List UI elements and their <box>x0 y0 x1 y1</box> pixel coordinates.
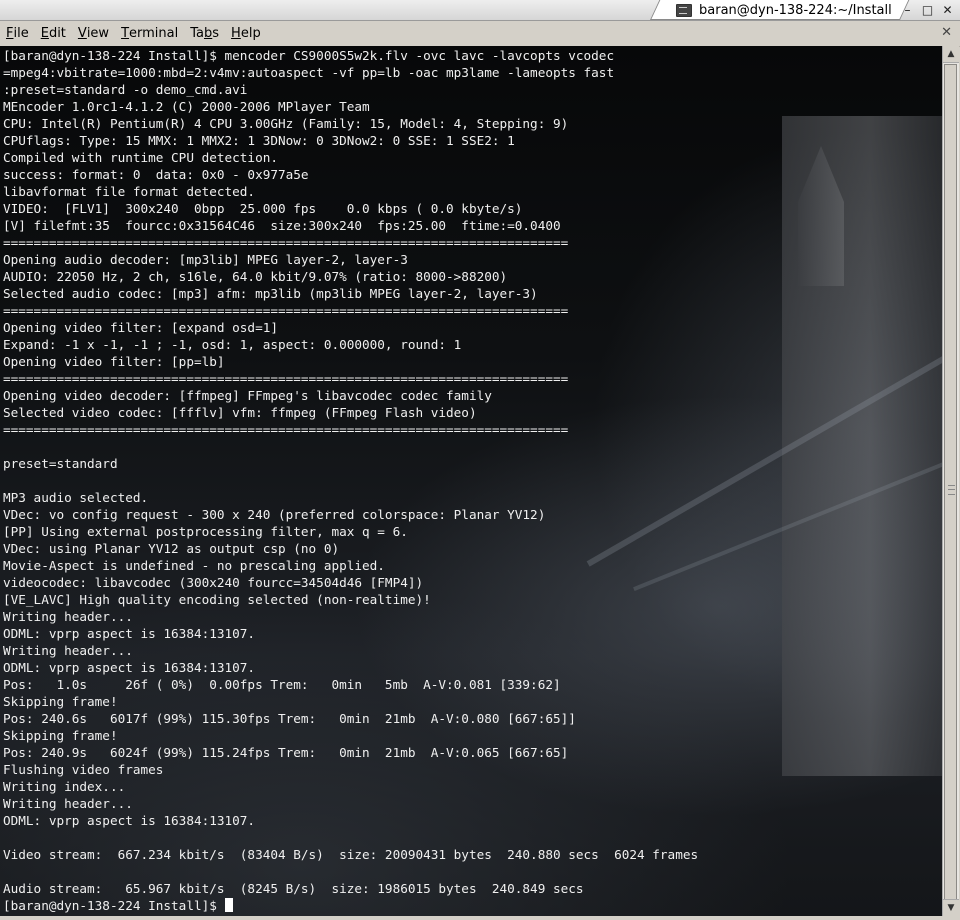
terminal-output: [baran@dyn-138-224 Install]$ mencoder CS… <box>3 47 698 914</box>
menu-terminal[interactable]: Terminal <box>115 23 184 45</box>
terminal-line: ODML: vprp aspect is 16384:13107. <box>3 660 256 675</box>
terminal-line: Writing header... <box>3 643 133 658</box>
menu-view-key: V <box>77 26 87 41</box>
minimize-button[interactable]: – <box>899 2 916 18</box>
terminal-line: ========================================… <box>3 303 569 318</box>
scroll-thumb[interactable] <box>944 64 957 914</box>
terminal-line: VIDEO: [FLV1] 300x240 0bpp 25.000 fps 0.… <box>3 201 523 216</box>
window-title: baran@dyn-138-224:~/Install <box>699 2 892 18</box>
terminal-line: Skipping frame! <box>3 728 118 743</box>
menu-tabs-label: s <box>212 26 220 41</box>
terminal-line: [V] filefmt:35 fourcc:0x31564C46 size:30… <box>3 218 561 233</box>
terminal-line: ========================================… <box>3 371 569 386</box>
terminal-line: Audio stream: 65.967 kbit/s (8245 B/s) s… <box>3 881 584 896</box>
close-button[interactable]: ✕ <box>939 2 956 18</box>
terminal-line: Opening audio decoder: [mp3lib] MPEG lay… <box>3 252 408 267</box>
menu-edit[interactable]: Edit <box>35 23 72 45</box>
terminal-line: preset=standard <box>3 456 118 471</box>
menu-edit-label: dit <box>48 26 66 41</box>
menu-file-label: ile <box>13 26 29 41</box>
shell-prompt: [baran@dyn-138-224 Install]$ <box>3 898 225 913</box>
terminal-line: :preset=standard -o demo_cmd.avi <box>3 82 248 97</box>
menu-terminal-key: T <box>121 26 130 41</box>
terminal-line: success: format: 0 data: 0x0 - 0x977a5e <box>3 167 309 182</box>
terminal-line: ODML: vprp aspect is 16384:13107. <box>3 626 256 641</box>
title-bar[interactable]: baran@dyn-138-224:~/Install – □ ✕ <box>0 0 960 21</box>
terminal-line: ODML: vprp aspect is 16384:13107. <box>3 813 256 828</box>
terminal-line: [VE_LAVC] High quality encoding selected… <box>3 592 431 607</box>
terminal-line: VDec: vo config request - 300 x 240 (pre… <box>3 507 546 522</box>
terminal-line: Opening video decoder: [ffmpeg] FFmpeg's… <box>3 388 492 403</box>
menu-file-key: F <box>6 26 14 41</box>
terminal-line: CPUflags: Type: 15 MMX: 1 MMX2: 1 3DNow:… <box>3 133 515 148</box>
terminal-line: CPU: Intel(R) Pentium(R) 4 CPU 3.00GHz (… <box>3 116 569 131</box>
text-cursor <box>224 898 233 912</box>
terminal-line: Pos: 240.9s 6024f (99%) 115.24fps Trem: … <box>3 745 569 760</box>
terminal-line: videocodec: libavcodec (300x240 fourcc=3… <box>3 575 424 590</box>
terminal-line: Skipping frame! <box>3 694 118 709</box>
terminal-line: AUDIO: 22050 Hz, 2 ch, s16le, 64.0 kbit/… <box>3 269 508 284</box>
vertical-scrollbar[interactable]: ▲ ▼ <box>942 46 959 916</box>
terminal-line: Compiled with runtime CPU detection. <box>3 150 278 165</box>
menu-view[interactable]: View <box>72 23 115 45</box>
terminal-line: Writing index... <box>3 779 126 794</box>
terminal-line: Selected video codec: [ffflv] vfm: ffmpe… <box>3 405 477 420</box>
terminal-line: [PP] Using external postprocessing filte… <box>3 524 408 539</box>
terminal-line: Movie-Aspect is undefined - no prescalin… <box>3 558 385 573</box>
menu-help[interactable]: Help <box>225 23 267 45</box>
terminal-line: VDec: using Planar YV12 as output csp (n… <box>3 541 340 556</box>
terminal-icon <box>676 3 692 17</box>
terminal-line: Pos: 1.0s 26f ( 0%) 0.00fps Trem: 0min 5… <box>3 677 561 692</box>
terminal-line: Flushing video frames <box>3 762 164 777</box>
menu-file[interactable]: File <box>0 23 35 45</box>
maximize-button[interactable]: □ <box>919 2 936 18</box>
terminal-line: MEncoder 1.0rc1-4.1.2 (C) 2000-2006 MPla… <box>3 99 370 114</box>
terminal-line: Opening video filter: [pp=lb] <box>3 354 225 369</box>
scroll-up-button[interactable]: ▲ <box>943 46 959 63</box>
menu-terminal-label: erminal <box>129 26 179 41</box>
terminal-line: Writing header... <box>3 609 133 624</box>
menu-edit-key: E <box>40 26 49 41</box>
menu-help-label: elp <box>240 26 261 41</box>
menu-tabs[interactable]: Ta b s <box>184 23 225 45</box>
window-bottom-border <box>0 916 960 920</box>
terminal-line: [baran@dyn-138-224 Install]$ mencoder CS… <box>3 48 615 63</box>
terminal-line: Selected audio codec: [mp3] afm: mp3lib … <box>3 286 538 301</box>
window-controls: – □ ✕ <box>899 1 956 19</box>
terminal-line: Writing header... <box>3 796 133 811</box>
terminal-line: MP3 audio selected. <box>3 490 149 505</box>
terminal-line: =mpeg4:vbitrate=1000:mbd=2:v4mv:autoaspe… <box>3 65 615 80</box>
menu-view-label: iew <box>86 26 110 41</box>
scroll-grip-icon <box>948 485 955 495</box>
terminal-lines: [baran@dyn-138-224 Install]$ mencoder CS… <box>3 48 698 896</box>
menu-bar: File Edit View Terminal Ta b s Help ✕ <box>0 21 960 47</box>
menu-tabs-key: b <box>204 26 213 41</box>
menu-tabs-prefix: Ta <box>190 26 204 41</box>
terminal-line: Opening video filter: [expand osd=1] <box>3 320 278 335</box>
scroll-down-button[interactable]: ▼ <box>943 899 959 916</box>
terminal-line: Pos: 240.6s 6017f (99%) 115.30fps Trem: … <box>3 711 576 726</box>
terminal-area[interactable]: [baran@dyn-138-224 Install]$ mencoder CS… <box>0 46 942 916</box>
terminal-line: ========================================… <box>3 422 569 437</box>
window-title-area: baran@dyn-138-224:~/Install <box>676 1 892 19</box>
menu-help-key: H <box>231 26 241 41</box>
close-tab-icon[interactable]: ✕ <box>941 25 952 40</box>
terminal-line: Video stream: 667.234 kbit/s (83404 B/s)… <box>3 847 699 862</box>
terminal-line: libavformat file format detected. <box>3 184 256 199</box>
terminal-line: Expand: -1 x -1, -1 ; -1, osd: 1, aspect… <box>3 337 462 352</box>
terminal-line: ========================================… <box>3 235 569 250</box>
